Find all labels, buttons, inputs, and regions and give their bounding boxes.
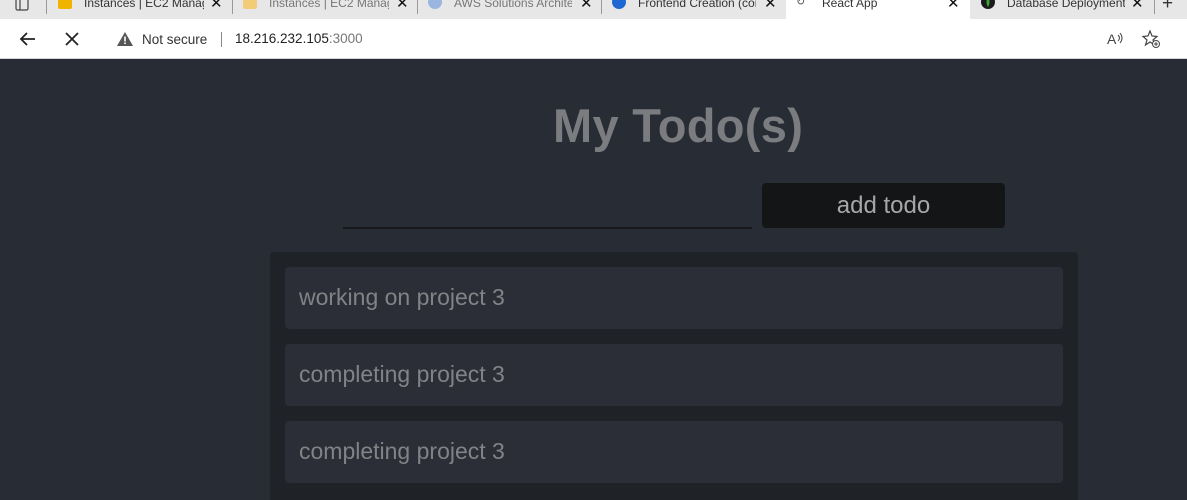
tab-ec2-2[interactable]: Instances | EC2 Management Console ✕ [233,0,417,19]
browser-toolbar: Not secure 18.216.232.105:3000 A [0,19,1187,59]
address-separator [221,32,222,47]
tab-actions-icon[interactable] [14,0,34,16]
todo-item[interactable]: completing project 3 [285,421,1063,483]
loading-icon: ↻ [796,0,806,8]
close-icon [65,32,79,46]
edge-icon [612,0,626,9]
tab-aws-solutions[interactable]: AWS Solutions Architect ✕ [418,0,601,19]
svg-text:A: A [1107,31,1117,47]
security-indicator[interactable]: Not secure [116,31,207,47]
close-icon[interactable]: ✕ [1131,0,1144,12]
warning-icon [117,32,133,46]
close-icon[interactable]: ✕ [764,0,777,12]
tab-title: Database Deployment [1007,0,1125,10]
close-icon[interactable]: ✕ [580,0,593,12]
todo-input[interactable] [343,187,752,229]
aws-folder-icon [243,0,257,9]
tab-title: Frontend Creation (cont) [638,0,756,10]
tab-title: Instances | EC2 Management Console [269,0,389,10]
security-label: Not secure [142,31,208,47]
tab-ec2-1[interactable]: Instances | EC2 Management Console ✕ [48,0,231,19]
close-icon[interactable]: ✕ [396,0,409,12]
back-arrow-icon [19,32,35,46]
close-icon[interactable]: ✕ [947,0,960,12]
app-viewport: My Todo(s) add todo working on project 3… [0,60,1187,500]
close-icon[interactable]: ✕ [210,0,223,12]
url-port: :3000 [328,31,363,46]
tab-separator [46,0,47,14]
url-text[interactable]: 18.216.232.105:3000 [235,31,363,46]
todo-item-text: working on project 3 [299,284,505,310]
globe-icon [428,0,442,9]
add-todo-button[interactable]: add todo [762,183,1005,228]
stop-loading-button[interactable] [60,27,84,51]
tab-frontend-creation[interactable]: Frontend Creation (cont) ✕ [602,0,785,19]
tab-database-deployment[interactable]: Database Deployment ✕ [971,0,1154,19]
address-bar[interactable]: Not secure 18.216.232.105:3000 A [100,24,1175,54]
todo-item-text: completing project 3 [299,361,505,387]
new-tab-icon[interactable]: + [1162,0,1173,15]
todo-item-text: completing project 3 [299,438,505,464]
tab-react-app[interactable]: ↻ React App ✕ [786,0,970,19]
tab-title: AWS Solutions Architect [454,0,572,10]
tab-title: Instances | EC2 Management Console [84,0,204,10]
url-host: 18.216.232.105 [235,31,329,46]
mongodb-leaf-icon [981,0,995,9]
todo-item[interactable]: working on project 3 [285,267,1063,329]
todo-list: working on project 3 completing project … [270,252,1078,500]
read-aloud-icon[interactable]: A [1105,29,1125,49]
todo-item[interactable]: completing project 3 [285,344,1063,406]
tab-strip: Instances | EC2 Management Console ✕ Ins… [0,0,1187,19]
add-favorite-icon[interactable] [1141,29,1161,49]
page-title: My Todo(s) [553,99,804,152]
aws-folder-icon [58,0,72,9]
back-button[interactable] [16,27,40,51]
tab-title: React App [822,0,878,10]
tab-separator [1154,0,1155,14]
